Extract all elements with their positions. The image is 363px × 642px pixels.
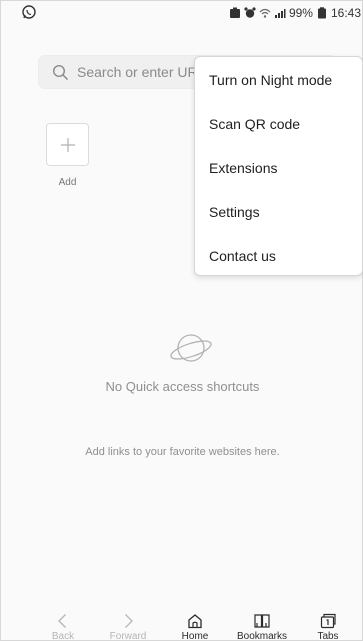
planet-icon <box>170 334 212 362</box>
empty-state-description: Add links to your favorite websites here… <box>85 446 280 458</box>
home-button[interactable]: Home <box>163 613 227 642</box>
search-input[interactable]: Search or enter URL <box>77 64 205 80</box>
menu-item-night-mode[interactable]: Turn on Night mode <box>209 72 332 88</box>
back-label: Back <box>51 631 75 642</box>
wifi-icon <box>259 8 271 18</box>
chevron-right-icon <box>125 614 133 628</box>
battery-saver-icon <box>229 7 240 18</box>
menu-item-extensions[interactable]: Extensions <box>209 160 277 176</box>
status-bar: 99% 16:43 <box>1 1 363 23</box>
plus-icon <box>61 138 75 152</box>
add-shortcut-label: Add <box>58 177 77 188</box>
bookmarks-icon <box>254 614 270 628</box>
forward-label: Forward <box>109 631 147 642</box>
forward-button[interactable]: Forward <box>96 613 160 642</box>
chevron-left-icon <box>58 614 66 628</box>
search-icon <box>52 64 69 81</box>
battery-percent: 99% <box>288 6 313 20</box>
home-icon <box>188 614 202 629</box>
alarm-icon <box>244 7 256 18</box>
browser-screen: 99% 16:43 Search or enter URL Add No Qui… <box>0 0 363 642</box>
add-shortcut-button[interactable] <box>46 123 89 166</box>
home-label: Home <box>181 631 209 642</box>
bookmarks-label: Bookmarks <box>236 631 287 642</box>
menu-item-contact-us[interactable]: Contact us <box>209 248 276 264</box>
menu-item-scan-qr[interactable]: Scan QR code <box>209 116 300 132</box>
whatsapp-icon <box>22 5 36 19</box>
tabs-icon <box>320 613 336 629</box>
tabs-label: Tabs <box>317 631 339 642</box>
bottom-navigation: Back Forward Home Bookmarks Tabs <box>1 613 363 642</box>
status-icons: 99% 16:43 <box>229 5 361 21</box>
menu-item-settings[interactable]: Settings <box>209 204 260 220</box>
status-time: 16:43 <box>330 6 361 20</box>
signal-icon <box>274 9 286 18</box>
bookmarks-button[interactable]: Bookmarks <box>230 613 294 642</box>
tabs-button[interactable]: Tabs <box>296 613 360 642</box>
back-button[interactable]: Back <box>31 613 95 642</box>
overflow-menu: Turn on Night mode Scan QR code Extensio… <box>194 56 363 276</box>
empty-state-title: No Quick access shortcuts <box>105 379 260 394</box>
battery-icon <box>317 7 326 19</box>
